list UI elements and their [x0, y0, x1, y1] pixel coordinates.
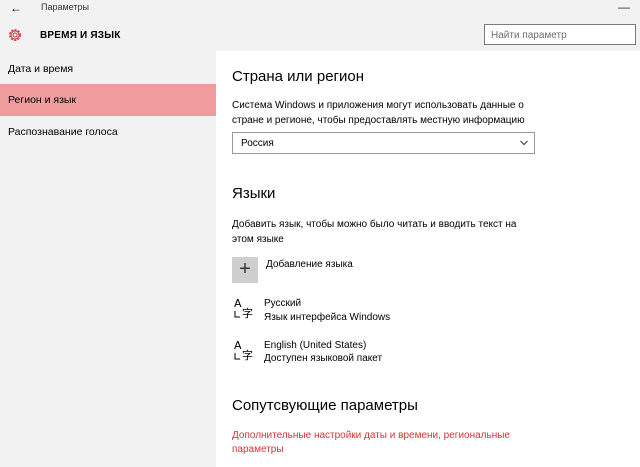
add-language-button[interactable]: + — [232, 257, 258, 283]
language-name[interactable]: Русский — [264, 298, 301, 309]
main-content: Страна или регион Система Windows и прил… — [216, 51, 640, 467]
svg-text:字: 字 — [242, 306, 253, 320]
region-description: Система Windows и приложения могут испол… — [232, 100, 525, 126]
sidebar-item-speech[interactable]: Распознавание голоса — [0, 116, 216, 148]
plus-icon: + — [239, 258, 251, 280]
language-name[interactable]: English (United States) — [264, 340, 366, 351]
related-heading: Сопутсвующие параметры — [232, 397, 418, 414]
languages-description: Добавить язык, чтобы можно было читать и… — [232, 219, 517, 245]
languages-heading: Языки — [232, 185, 276, 202]
region-heading: Страна или регион — [232, 68, 365, 85]
back-arrow-icon[interactable]: ← — [8, 0, 24, 18]
language-icon: A 字 — [234, 339, 253, 362]
sidebar: Дата и время Регион и язык Распознавание… — [0, 51, 216, 467]
search-input[interactable] — [491, 28, 629, 42]
page-title: ВРЕМЯ И ЯЗЫК — [40, 30, 121, 41]
svg-text:字: 字 — [242, 348, 253, 362]
language-icon: A 字 — [234, 297, 253, 320]
sidebar-item-date-time[interactable]: Дата и время — [0, 53, 216, 85]
search-box[interactable] — [484, 24, 636, 45]
svg-text:A: A — [234, 297, 242, 310]
window-title: Параметры — [41, 2, 89, 12]
additional-settings-link[interactable]: Дополнительные настройки даты и времени,… — [232, 429, 532, 457]
title-bar: ← Параметры — — [0, 0, 640, 18]
add-language-label[interactable]: Добавление языка — [266, 259, 353, 270]
gear-icon — [9, 29, 21, 41]
svg-text:A: A — [234, 339, 242, 352]
language-status: Доступен языковой пакет — [264, 353, 383, 364]
country-select[interactable]: Россия — [232, 132, 535, 154]
language-status: Язык интерфейса Windows — [264, 312, 391, 323]
chevron-down-icon — [520, 140, 528, 146]
minimize-icon[interactable]: — — [618, 0, 630, 14]
sidebar-item-region-language[interactable]: Регион и язык — [0, 84, 216, 116]
country-select-value: Россия — [241, 138, 274, 149]
